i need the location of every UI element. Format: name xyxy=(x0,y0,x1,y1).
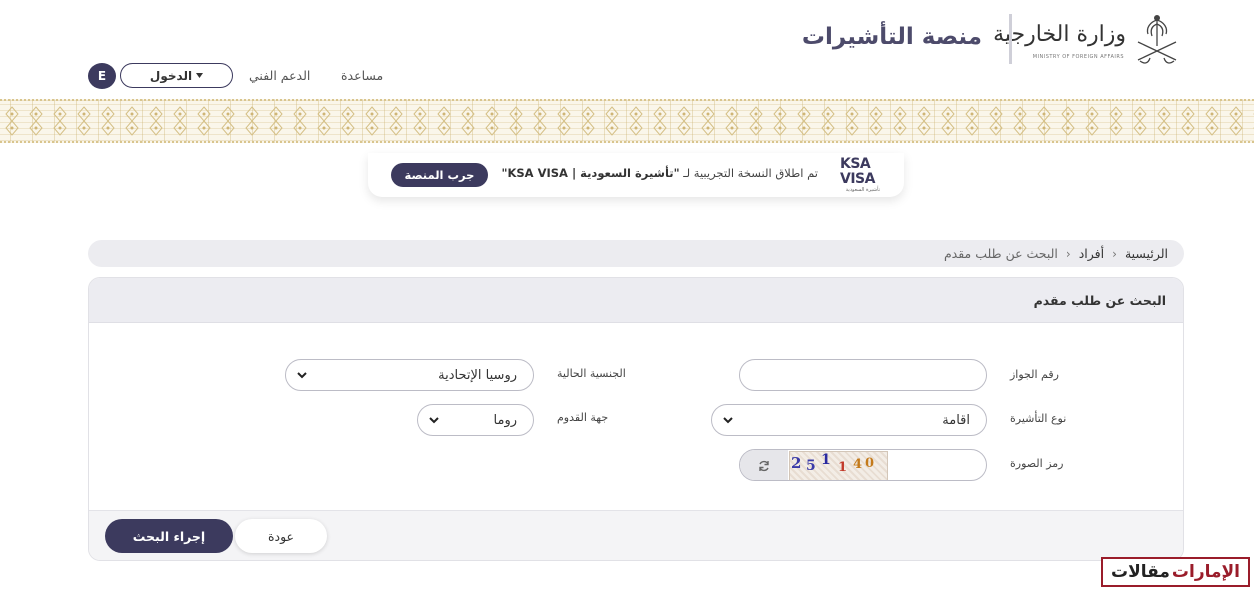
refresh-icon xyxy=(759,460,769,472)
arrival-point-label: جهة القدوم xyxy=(557,411,609,424)
chevron-down-icon xyxy=(297,372,307,379)
back-button[interactable]: عودة xyxy=(235,519,327,553)
login-label: الدخول xyxy=(149,68,193,83)
breadcrumb-current: البحث عن طلب مقدم xyxy=(943,246,1058,261)
card-title: البحث عن طلب مقدم xyxy=(1033,293,1166,308)
header-divider xyxy=(1009,14,1012,64)
breadcrumb: الرئيسية › أفراد › البحث عن طلب مقدم xyxy=(88,240,1184,267)
refresh-captcha-button[interactable] xyxy=(740,450,788,480)
passport-number-input[interactable] xyxy=(739,359,987,391)
platform-title: منصة التأشيرات xyxy=(801,24,982,50)
announcement-bar: جرب المنصة تم اطلاق النسخة التجريبية لـ … xyxy=(368,153,904,197)
arrival-point-select[interactable]: روما xyxy=(417,404,534,436)
decorative-pattern-band xyxy=(0,99,1254,143)
announcement-prefix: تم اطلاق النسخة التجريبية لـ xyxy=(679,166,818,180)
ksa-visa-logo: KSA VISA تأشيرة السعودية xyxy=(840,156,880,194)
ministry-logo[interactable]: وزارة الخارجية MINISTRY OF FOREIGN AFFAI… xyxy=(993,10,1186,70)
arrival-point-value: روما xyxy=(493,413,517,428)
captcha-char: 0 xyxy=(865,456,875,471)
captcha-group: 2 5 1 1 4 0 xyxy=(739,449,987,481)
captcha-char: 1 xyxy=(838,460,848,475)
captcha-char: 2 xyxy=(791,454,802,472)
ksa-logo-line1: KSA xyxy=(840,156,871,172)
nav-tech-support[interactable]: الدعم الفني xyxy=(249,68,310,83)
announcement-highlight: "تأشيرة السعودية | KSA VISA" xyxy=(501,166,680,180)
announcement-text: تم اطلاق النسخة التجريبية لـ "تأشيرة الس… xyxy=(501,166,818,180)
ksa-logo-line2: VISA xyxy=(840,171,875,187)
visa-type-select[interactable]: اقامة xyxy=(711,404,987,436)
watermark-part2: الإمارات xyxy=(1171,562,1240,582)
nationality-select[interactable]: روسيا الإتحادية xyxy=(285,359,534,391)
nationality-label: الجنسية الحالية xyxy=(557,367,626,380)
saudi-emblem-icon xyxy=(1137,15,1177,64)
nav-help[interactable]: مساعدة xyxy=(341,68,383,83)
watermark-part1: مقالات xyxy=(1111,562,1170,582)
captcha-input[interactable] xyxy=(889,450,986,480)
captcha-char: 4 xyxy=(853,457,863,472)
captcha-char: 1 xyxy=(821,452,831,468)
breadcrumb-home[interactable]: الرئيسية xyxy=(1125,246,1168,261)
login-button[interactable]: الدخول xyxy=(120,63,233,88)
captcha-image: 2 5 1 1 4 0 xyxy=(789,451,888,480)
language-toggle-button[interactable]: E xyxy=(88,63,116,89)
breadcrumb-individuals[interactable]: أفراد xyxy=(1079,246,1104,261)
ministry-name-en: MINISTRY OF FOREIGN AFFAIRS xyxy=(1032,54,1124,60)
captcha-label: رمز الصورة xyxy=(1010,457,1064,470)
card-header: البحث عن طلب مقدم xyxy=(89,278,1183,323)
nationality-value: روسيا الإتحادية xyxy=(438,368,517,383)
chevron-down-icon xyxy=(429,417,439,424)
pattern-ornament xyxy=(0,101,1254,141)
ksa-logo-sub: تأشيرة السعودية xyxy=(845,187,880,193)
try-platform-button[interactable]: جرب المنصة xyxy=(391,163,488,187)
site-watermark-logo: الإمارات مقالات xyxy=(1101,557,1250,587)
captcha-char: 5 xyxy=(806,458,816,474)
search-application-card: البحث عن طلب مقدم رقم الجواز الجنسية الح… xyxy=(88,277,1184,561)
ministry-name: وزارة الخارجية xyxy=(993,22,1126,47)
search-button[interactable]: إجراء البحث xyxy=(105,519,233,553)
chevron-left-icon: › xyxy=(1065,246,1071,261)
visa-type-label: نوع التأشيرة xyxy=(1010,412,1067,425)
caret-down-icon xyxy=(196,73,204,78)
chevron-left-icon: › xyxy=(1112,246,1117,261)
chevron-down-icon xyxy=(723,417,733,424)
visa-type-value: اقامة xyxy=(942,413,970,428)
passport-label: رقم الجواز xyxy=(1010,368,1059,381)
